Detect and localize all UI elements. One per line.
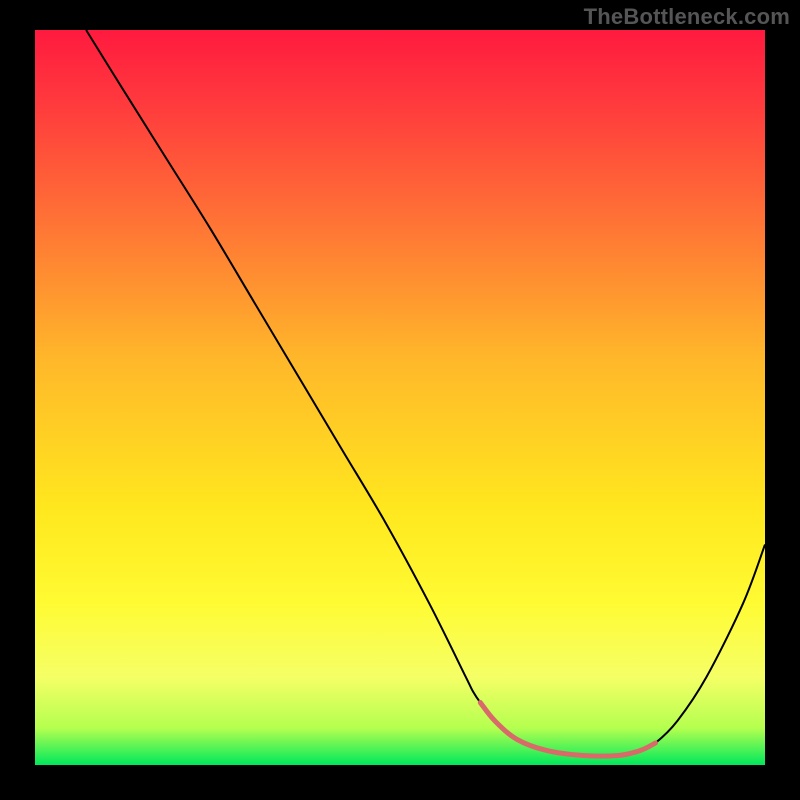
chart-background [35,30,765,765]
watermark-text: TheBottleneck.com [584,4,790,30]
chart-frame: TheBottleneck.com [0,0,800,800]
chart-svg [35,30,765,765]
plot-area [35,30,765,765]
